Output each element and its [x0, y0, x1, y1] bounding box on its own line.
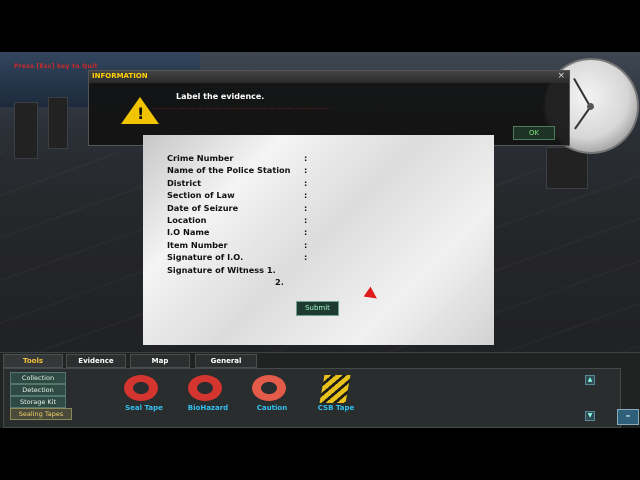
tab-map[interactable]: Map: [130, 354, 190, 368]
witness-two-label: 2.: [275, 277, 284, 287]
caution-tape-item[interactable]: Caution: [244, 375, 300, 415]
scene-pillar: [546, 147, 588, 189]
compass-center: [587, 103, 594, 110]
category-sealing-tapes[interactable]: Sealing Tapes: [10, 408, 72, 420]
item-label: Caution: [256, 404, 288, 412]
field-label: Date of Seizure: [167, 202, 239, 213]
background-text-ghost: ————————————————————: [151, 104, 331, 113]
caution-tape-roll-icon: [252, 375, 286, 401]
scene-pillar: [48, 97, 68, 149]
field-label: Signature of I.O.: [167, 252, 244, 263]
field-label: Section of Law: [167, 190, 235, 201]
category-detection[interactable]: Detection: [10, 384, 66, 396]
field-label: I.O Name: [167, 227, 210, 238]
field-colon: :: [304, 227, 308, 238]
tab-general[interactable]: General: [195, 354, 257, 368]
csb-tape-item[interactable]: CSB Tape: [308, 375, 364, 415]
tools-panel: Collection Detection Storage Kit Sealing…: [3, 368, 621, 428]
scroll-down-button[interactable]: ▼: [585, 411, 595, 421]
field-label: Item Number: [167, 239, 228, 250]
field-colon: :: [304, 239, 308, 250]
tab-evidence[interactable]: Evidence: [66, 354, 126, 368]
dialog-titlebar: INFORMATION ×: [89, 71, 569, 83]
close-icon[interactable]: ×: [557, 71, 565, 81]
field-label: Signature of Witness 1.: [167, 264, 276, 275]
mouse-cursor-icon: [363, 286, 381, 304]
scroll-up-button[interactable]: ▲: [585, 375, 595, 385]
field-colon: :: [304, 202, 308, 213]
dialog-message: Label the evidence.: [176, 92, 265, 101]
field-colon: :: [304, 190, 308, 201]
evidence-label-form: Crime Number: Name of the Police Station…: [143, 135, 494, 345]
biohazard-tape-roll-icon: [188, 375, 222, 401]
item-label: Seal Tape: [125, 404, 163, 412]
field-colon: :: [304, 165, 308, 176]
item-label: BioHazard: [187, 404, 229, 412]
ok-button[interactable]: OK: [513, 126, 555, 140]
item-label: CSB Tape: [317, 404, 355, 412]
dialog-title: INFORMATION: [92, 72, 148, 80]
scene-pillar: [14, 102, 38, 159]
bottom-toolbar: Tools Evidence Map General Collection De…: [0, 352, 640, 428]
field-label: Name of the Police Station: [167, 165, 291, 176]
field-colon: :: [304, 153, 308, 163]
seal-tape-item[interactable]: Seal Tape: [116, 375, 172, 415]
crime-scene-tape-icon: [319, 375, 351, 403]
field-colon: :: [304, 214, 308, 225]
tab-tools[interactable]: Tools: [3, 354, 63, 368]
app-logo-icon: ≈: [617, 409, 639, 425]
warning-icon-mark: !: [137, 104, 145, 123]
field-label: District: [167, 177, 202, 188]
field-label: Location: [167, 214, 207, 225]
biohazard-tape-item[interactable]: BioHazard: [180, 375, 236, 415]
toolbar-tabs: Tools Evidence Map General: [0, 353, 640, 368]
field-label: Crime Number: [167, 153, 234, 163]
submit-button[interactable]: Submit: [296, 301, 339, 316]
field-colon: :: [304, 252, 308, 263]
category-collection[interactable]: Collection: [10, 372, 66, 384]
quit-hint: Press [Esc] key to Quit: [14, 63, 98, 70]
category-storage-kit[interactable]: Storage Kit: [10, 396, 66, 408]
field-colon: :: [304, 177, 308, 188]
red-tape-roll-icon: [124, 375, 158, 401]
